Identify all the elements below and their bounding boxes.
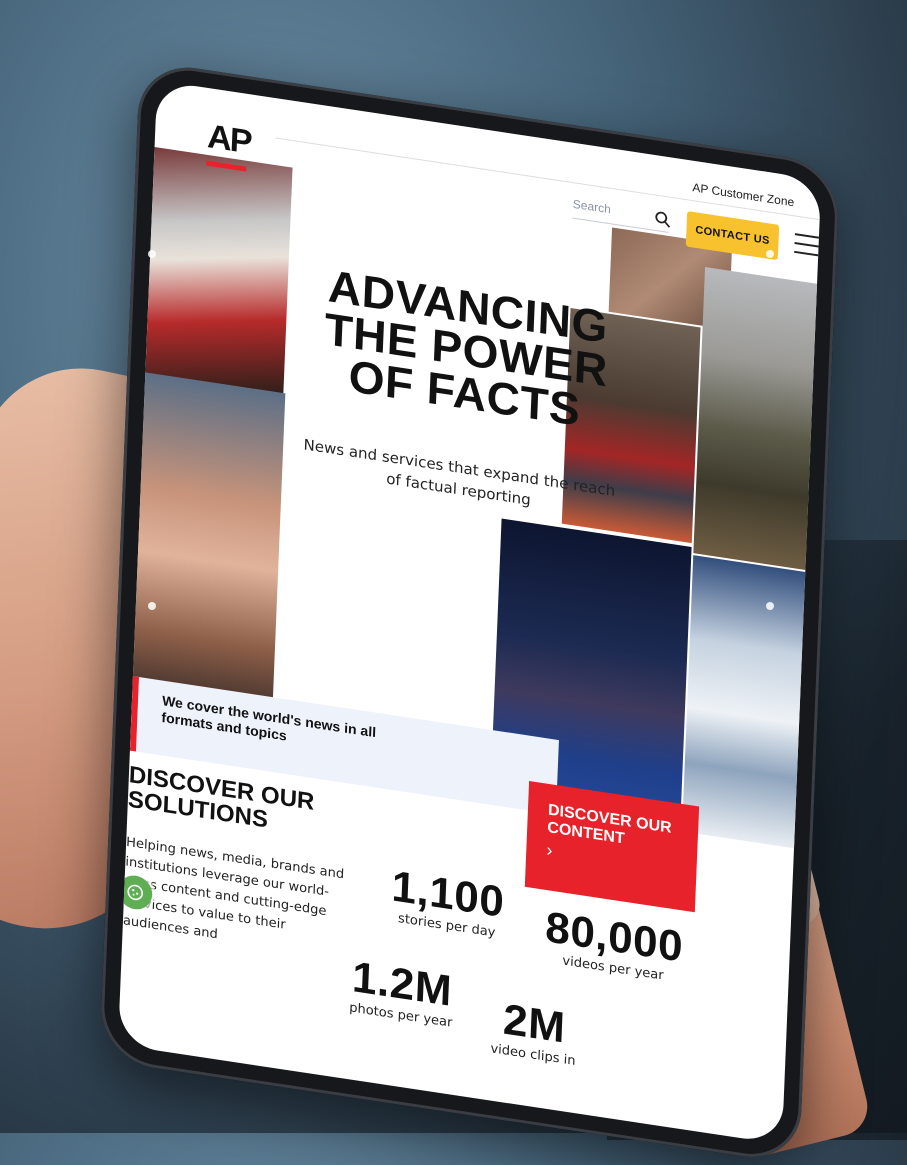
- photo-activist-speaking: [122, 370, 286, 717]
- hero-title: ADVANCING THE POWER OF FACTS: [314, 260, 619, 436]
- hamburger-menu-icon[interactable]: [794, 233, 821, 258]
- photo-forest-fire: [693, 267, 822, 572]
- stat-photos: 1.2M photos per year: [331, 953, 473, 1034]
- ap-website: AP AP Customer Zone Search CONTACT US AD…: [117, 80, 822, 1144]
- decor-dot: [766, 250, 774, 258]
- decor-dot: [766, 954, 774, 962]
- stat-stories: 1,100 stories per day: [376, 862, 518, 944]
- chevron-right-icon: ›: [546, 839, 553, 861]
- stat-video-clips: 2M video clips in: [468, 993, 600, 1072]
- tablet-screen: AP AP Customer Zone Search CONTACT US AD…: [117, 80, 822, 1145]
- tablet-device: AP AP Customer Zone Search CONTACT US AD…: [99, 60, 840, 1165]
- discover-content-label: DISCOVER OUR CONTENT: [547, 801, 672, 848]
- photo-coach-trophy: [145, 146, 293, 396]
- stat-videos: 80,000 videos per year: [528, 903, 700, 988]
- cookie-icon: [127, 884, 144, 901]
- decor-dot: [766, 602, 774, 610]
- search-input[interactable]: Search: [573, 197, 612, 216]
- decor-dot: [148, 954, 156, 962]
- photo-storm-clouds: [682, 555, 814, 850]
- ap-logo[interactable]: AP: [207, 118, 252, 163]
- decor-dot: [148, 250, 156, 258]
- header-divider: [275, 137, 820, 221]
- search-icon[interactable]: [654, 210, 671, 228]
- solutions-description: Helping news, media, brands and institut…: [122, 834, 345, 943]
- customer-zone-link[interactable]: AP Customer Zone: [692, 180, 794, 209]
- decor-dot: [148, 602, 156, 610]
